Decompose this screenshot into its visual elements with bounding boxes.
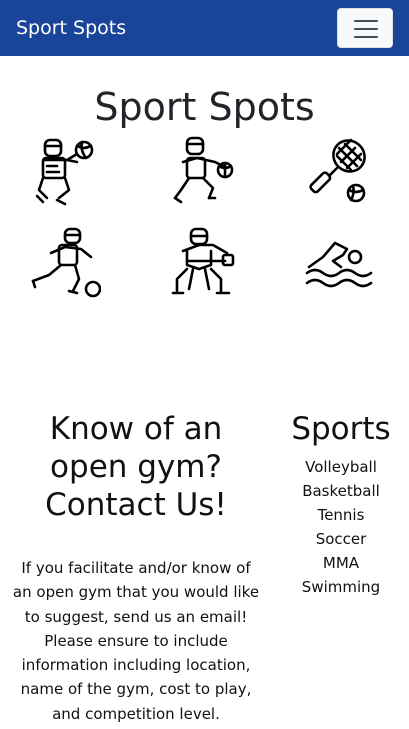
sports-list: Volleyball Basketball Tennis Soccer MMA … (281, 455, 401, 599)
basketball-player-icon (169, 136, 241, 208)
sports-list-item: Volleyball (305, 458, 377, 476)
sports-list-item: MMA (322, 554, 360, 572)
sports-list-item: Basketball (302, 482, 380, 500)
navbar-toggle-button[interactable] (337, 8, 393, 48)
sports-list-item: Tennis (317, 506, 365, 524)
tennis-racket-icon (303, 136, 375, 208)
navbar-brand[interactable]: Sport Spots (16, 16, 126, 40)
page-title: Sport Spots (94, 85, 315, 129)
navbar: Sport Spots (0, 0, 409, 56)
martial-artist-icon (169, 227, 241, 299)
contact-description: If you facilitate and/or know of an open… (12, 559, 260, 723)
volleyball-player-icon (29, 136, 101, 208)
sports-heading: Sports (291, 411, 391, 447)
sports-list-item: Swimming (301, 578, 381, 596)
sports-list-item: Soccer (315, 530, 367, 548)
swimmer-icon (303, 227, 375, 299)
contact-heading: Know of an open gym? Contact Us! (45, 411, 227, 523)
soccer-player-icon (29, 227, 101, 299)
